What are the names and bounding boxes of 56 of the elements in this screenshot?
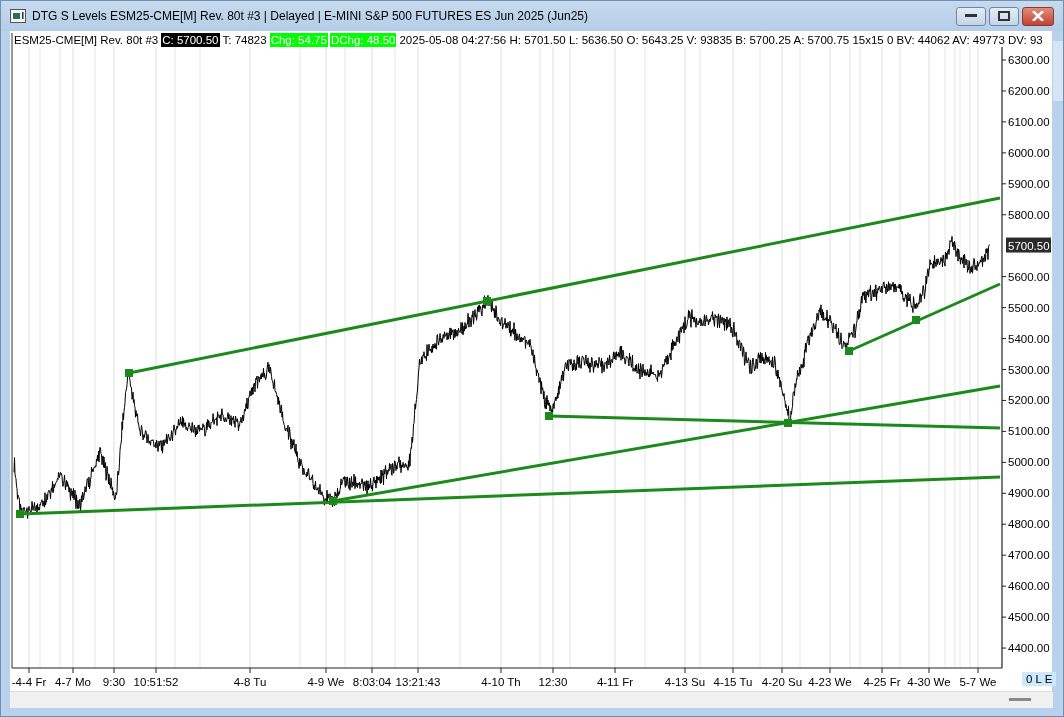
- x-axis-label: 4-25 Fr: [863, 676, 901, 688]
- trend-line[interactable]: [16, 475, 1001, 518]
- restore-icon: [998, 11, 1010, 21]
- y-axis-label: 5800.00: [1008, 208, 1050, 221]
- y-axis-label: 6300.00: [1008, 54, 1050, 66]
- x-axis-label: -4-4 Fr: [11, 676, 47, 688]
- y-axis-label: 4500.00: [1008, 611, 1050, 624]
- close-icon: [1032, 11, 1044, 21]
- x-axis-label: 4-8 Tu: [233, 676, 267, 688]
- x-axis-label: 9:30: [102, 676, 126, 688]
- x-axis-label: 4-30 We: [907, 676, 951, 688]
- y-axis-label: 5200.00: [1008, 394, 1050, 407]
- maximize-button[interactable]: [989, 6, 1019, 26]
- x-axis-label: 4-20 Su: [761, 676, 803, 688]
- y-axis-label: 4900.00: [1008, 487, 1050, 500]
- y-axis-label: 5900.00: [1008, 177, 1050, 190]
- x-axis-label: 4-9 We: [307, 676, 345, 688]
- x-axis-label: 4-10 Th: [481, 676, 521, 688]
- y-axis-label: 5100.00: [1008, 425, 1050, 438]
- status-label: 0 L E: [1022, 672, 1057, 686]
- x-axis-label: 10:51:52: [133, 676, 179, 688]
- quote-field: C: 5700.50: [161, 33, 220, 47]
- y-axis-label: 5600.00: [1008, 270, 1050, 283]
- x-axis-label: 4-13 Su: [664, 676, 706, 688]
- y-axis-label: 6100.00: [1008, 115, 1050, 128]
- y-axis-label: 5000.00: [1008, 456, 1050, 469]
- x-axis-label: 4-23 We: [808, 676, 852, 688]
- app-icon: [10, 9, 26, 23]
- minimize-button[interactable]: [956, 6, 986, 26]
- y-axis-label: 4400.00: [1008, 642, 1050, 655]
- y-axis-label: 5300.00: [1008, 363, 1050, 376]
- dash-icon: [1009, 698, 1031, 701]
- quote-field: DChg: 48.50: [329, 33, 397, 47]
- x-axis-label: 4-11 Fr: [596, 676, 634, 688]
- quote-field: 2025-05-08 04:27:56 H: 5701.50 L: 5636.50 O: 5643.25 V: 93835 B: 5700.25 A: 5700.75 15x15 0 BV: 44062 AV: 49773 DV: 93: [398, 33, 1044, 47]
- y-axis-label: 6200.00: [1008, 84, 1050, 97]
- y-axis-label: 6000.00: [1008, 146, 1050, 159]
- minimize-icon: [965, 14, 977, 18]
- x-axis-label: 12:30: [538, 676, 568, 688]
- y-axis-label: 5400.00: [1008, 332, 1050, 345]
- y-axis-label: 5500.00: [1008, 301, 1050, 314]
- y-axis-label: 4600.00: [1008, 580, 1050, 593]
- y-axis-label: 4700.00: [1008, 549, 1050, 562]
- trend-line[interactable]: [125, 196, 1001, 377]
- x-axis-label: 13:21:43: [395, 676, 441, 688]
- x-axis-label: 8:03:04: [352, 676, 392, 688]
- x-axis-label: 5-7 We: [959, 676, 997, 688]
- quote-field: ESM25-CME[M] Rev. 80t #3: [13, 33, 160, 47]
- x-axis-label: 4-7 Mo: [55, 676, 91, 688]
- window-title: DTG S Levels ESM25-CME[M] Rev. 80t #3 | Delayed | E-MINI S&P 500 FUTURES ES Jun 2025 (Jun25): [32, 9, 588, 23]
- trend-line[interactable]: [845, 282, 1001, 355]
- y-axis-label: 4800.00: [1008, 518, 1050, 531]
- quote-field: T: 74823: [221, 33, 268, 47]
- quote-field: Chg: 54.75: [269, 33, 328, 47]
- x-axis-label: 4-15 Tu: [713, 676, 753, 688]
- close-button[interactable]: [1022, 6, 1054, 26]
